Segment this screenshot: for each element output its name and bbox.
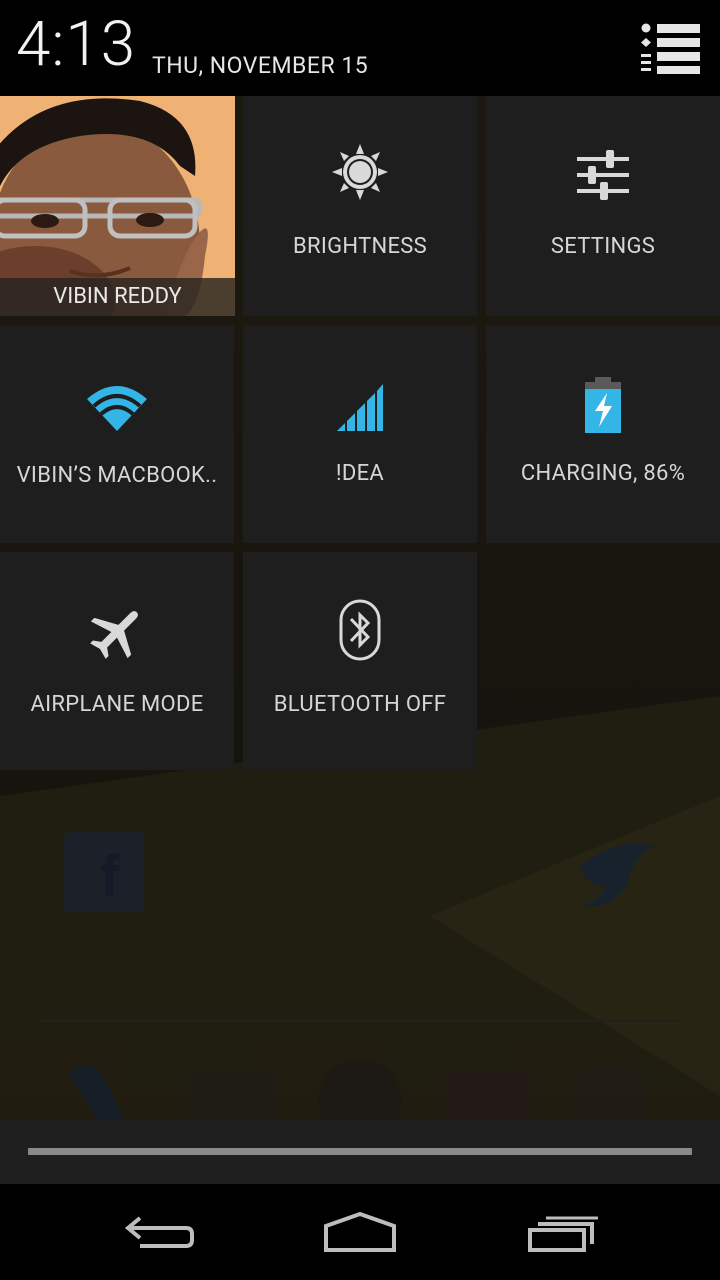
bluetooth-icon	[339, 599, 381, 661]
signal-bars-icon	[337, 384, 383, 431]
clock: 4:13	[16, 8, 137, 81]
notifications-toggle-button[interactable]	[640, 20, 702, 76]
carrier-label: !DEA	[335, 461, 385, 486]
back-icon	[124, 1216, 194, 1248]
airplane-mode-label: AIRPLANE MODE	[30, 692, 204, 717]
bluetooth-label: BLUETOOTH OFF	[273, 692, 447, 717]
notifications-list-icon	[641, 23, 700, 74]
back-button[interactable]	[110, 1206, 210, 1258]
recents-icon	[528, 1216, 598, 1252]
shade-handle[interactable]	[0, 1120, 720, 1184]
settings-tile[interactable]: SETTINGS	[486, 96, 720, 316]
recents-button[interactable]	[512, 1206, 612, 1258]
home-icon	[324, 1211, 396, 1252]
shade-handle-bar	[28, 1148, 692, 1155]
mobile-data-tile[interactable]: !DEA	[243, 325, 477, 543]
svg-text:f: f	[100, 844, 120, 909]
user-tile[interactable]: VIBIN REDDY	[0, 96, 235, 316]
date: THU, NOVEMBER 15	[152, 52, 369, 79]
sliders-icon	[577, 150, 629, 200]
airplane-mode-tile[interactable]: AIRPLANE MODE	[0, 552, 234, 770]
home-button[interactable]	[310, 1206, 410, 1258]
user-name: VIBIN REDDY	[0, 278, 235, 316]
wifi-icon	[87, 386, 147, 431]
battery-charging-icon	[585, 377, 621, 433]
battery-tile[interactable]: CHARGING, 86%	[486, 325, 720, 543]
wifi-tile[interactable]: VIBIN’S MACBOOK..	[0, 325, 234, 543]
wifi-label: VIBIN’S MACBOOK..	[16, 463, 218, 488]
brightness-tile[interactable]: BRIGHTNESS	[243, 96, 477, 316]
bluetooth-tile[interactable]: BLUETOOTH OFF	[243, 552, 477, 770]
sun-icon	[332, 144, 388, 200]
navigation-bar	[0, 1184, 720, 1280]
shade-header: 4:13 THU, NOVEMBER 15	[0, 0, 720, 96]
battery-label: CHARGING, 86%	[520, 461, 686, 486]
airplane-icon	[90, 611, 138, 659]
settings-label: SETTINGS	[550, 234, 656, 259]
brightness-label: BRIGHTNESS	[292, 234, 428, 259]
